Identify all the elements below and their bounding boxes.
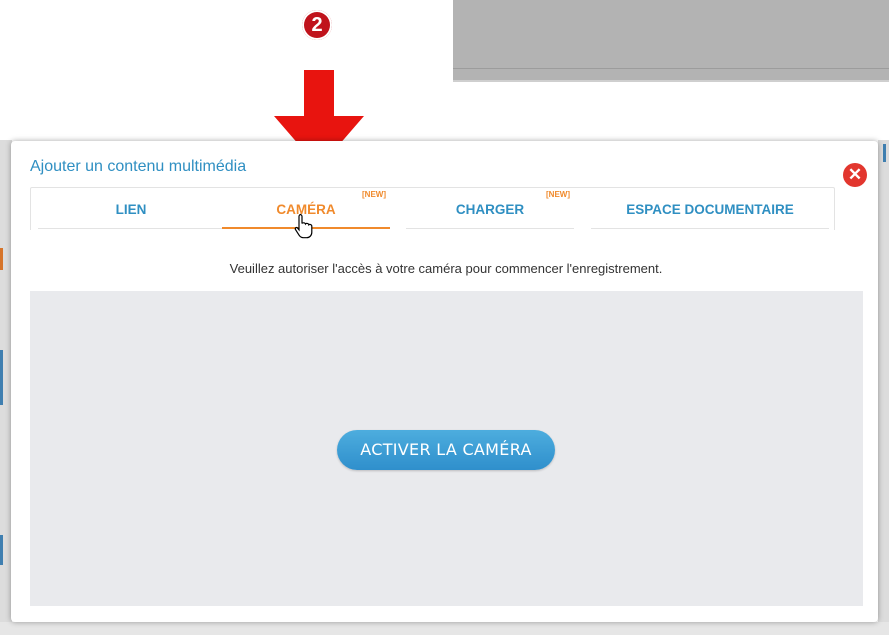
tab-label: CHARGER bbox=[455, 202, 525, 217]
hand-cursor-icon bbox=[294, 213, 313, 239]
camera-preview-area: ACTIVER LA CAMÉRA bbox=[30, 291, 863, 606]
step-number-badge: 2 bbox=[302, 10, 332, 40]
background-accent bbox=[0, 350, 3, 405]
camera-instruction: Veuillez autoriser l'accès à votre camér… bbox=[229, 261, 663, 276]
close-icon: ✕ bbox=[847, 165, 863, 184]
tab-label: LIEN bbox=[115, 202, 147, 217]
background-accent bbox=[0, 248, 3, 270]
background-right-edge bbox=[878, 140, 889, 635]
dialog-title: Ajouter un contenu multimédia bbox=[30, 158, 247, 175]
new-badge: [NEW] bbox=[546, 190, 570, 199]
new-badge: [NEW] bbox=[362, 190, 386, 199]
tab-document-space[interactable]: ESPACE DOCUMENTAIRE bbox=[591, 188, 829, 229]
background-accent bbox=[883, 144, 886, 162]
background-accent bbox=[0, 535, 3, 565]
background-divider bbox=[453, 68, 889, 69]
tab-upload[interactable]: CHARGER [NEW] bbox=[406, 188, 574, 229]
activate-camera-button[interactable]: ACTIVER LA CAMÉRA bbox=[337, 430, 555, 470]
close-button[interactable]: ✕ bbox=[843, 163, 867, 187]
multimedia-dialog: Ajouter un contenu multimédia ✕ LIEN CAM… bbox=[11, 141, 878, 622]
tab-label: ESPACE DOCUMENTAIRE bbox=[626, 202, 794, 217]
background-window bbox=[453, 0, 889, 82]
background-divider bbox=[453, 80, 889, 82]
tab-link[interactable]: LIEN bbox=[38, 188, 224, 229]
tab-bar: LIEN CAMÉRA [NEW] CHARGER [NEW] ESPACE D… bbox=[30, 187, 835, 230]
background-bottom-bar bbox=[0, 622, 889, 635]
